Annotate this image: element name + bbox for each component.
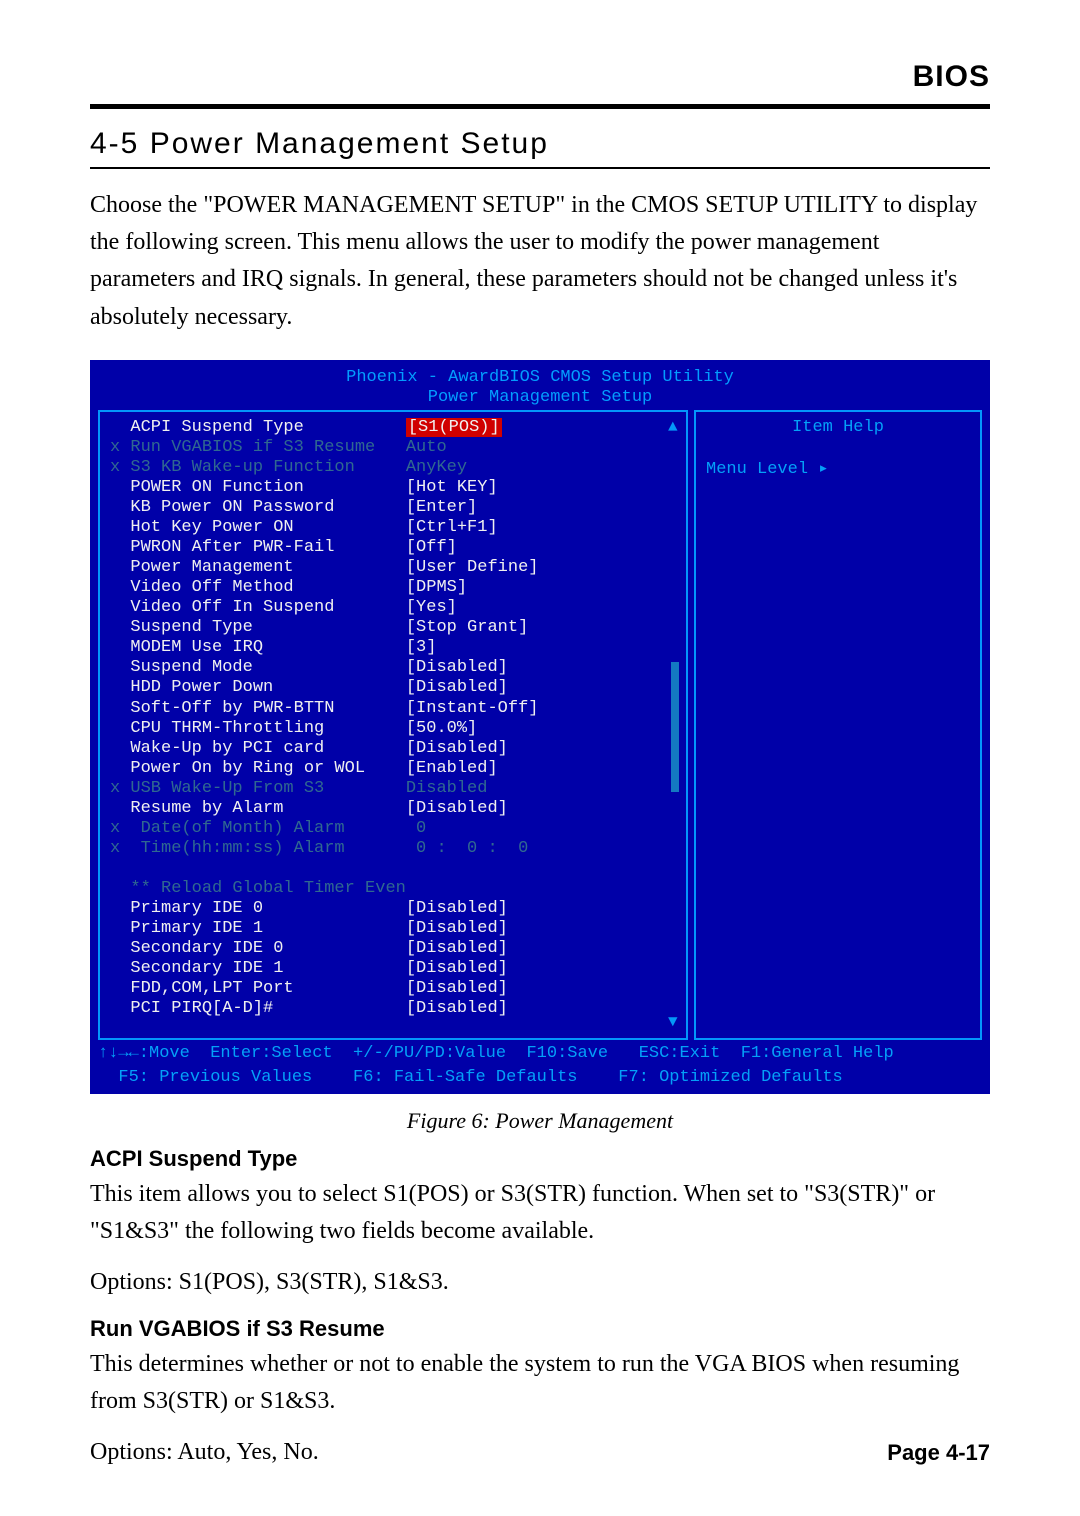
- bios-setting-row[interactable]: FDD,COM,LPT Port [Disabled]: [110, 979, 676, 999]
- bios-setting-row[interactable]: Suspend Type [Stop Grant]: [110, 618, 676, 638]
- section-title: 4-5 Power Management Setup: [90, 127, 990, 161]
- bios-setting-row[interactable]: ACPI Suspend Type [S1(POS)]: [110, 418, 676, 438]
- bios-setting-row[interactable]: x Run VGABIOS if S3 Resume Auto: [110, 438, 676, 458]
- bios-setting-row[interactable]: Power On by Ring or WOL [Enabled]: [110, 759, 676, 779]
- bios-setting-row[interactable]: MODEM Use IRQ [3]: [110, 638, 676, 658]
- bios-footer-line2: F5: Previous Values F6: Fail-Safe Defaul…: [98, 1068, 982, 1088]
- desc1-heading: ACPI Suspend Type: [90, 1146, 990, 1172]
- bios-setting-row[interactable]: Secondary IDE 0 [Disabled]: [110, 939, 676, 959]
- desc2-heading: Run VGABIOS if S3 Resume: [90, 1316, 990, 1342]
- bios-setting-row[interactable]: Hot Key Power ON [Ctrl+F1]: [110, 518, 676, 538]
- bios-setting-row[interactable]: Soft-Off by PWR-BTTN [Instant-Off]: [110, 699, 676, 719]
- desc1-body2: Options: S1(POS), S3(STR), S1&S3.: [90, 1264, 990, 1301]
- divider: [90, 167, 990, 169]
- chapter-header: BIOS: [90, 60, 990, 94]
- bios-setting-row[interactable]: Primary IDE 1 [Disabled]: [110, 919, 676, 939]
- bios-setting-row[interactable]: PCI PIRQ[A-D]# [Disabled]: [110, 999, 676, 1019]
- help-title: Item Help: [706, 418, 970, 438]
- bios-setting-row[interactable]: Video Off In Suspend [Yes]: [110, 598, 676, 618]
- bios-setting-row[interactable]: PWRON After PWR-Fail [Off]: [110, 538, 676, 558]
- desc1-body1: This item allows you to select S1(POS) o…: [90, 1176, 990, 1250]
- bios-screen: Phoenix - AwardBIOS CMOS Setup Utility P…: [90, 360, 990, 1094]
- figure-caption: Figure 6: Power Management: [90, 1108, 990, 1134]
- bios-setting-row[interactable]: Secondary IDE 1 [Disabled]: [110, 959, 676, 979]
- scroll-down-icon[interactable]: ▼: [668, 1013, 678, 1032]
- bios-setting-row[interactable]: x S3 KB Wake-up Function AnyKey: [110, 458, 676, 478]
- bios-setting-row[interactable]: Power Management [User Define]: [110, 558, 676, 578]
- intro-paragraph: Choose the "POWER MANAGEMENT SETUP" in t…: [90, 187, 990, 336]
- divider: [90, 104, 990, 109]
- bios-setting-row[interactable]: x Time(hh:mm:ss) Alarm 0 : 0 : 0: [110, 839, 676, 859]
- bios-setting-row[interactable]: x USB Wake-Up From S3 Disabled: [110, 779, 676, 799]
- menu-level: Menu Level ▸: [706, 460, 828, 479]
- bios-setting-row[interactable]: x Date(of Month) Alarm 0: [110, 819, 676, 839]
- bios-footer-line1: ↑↓→←:Move Enter:Select +/-/PU/PD:Value F…: [98, 1044, 982, 1064]
- bios-setting-row[interactable]: Wake-Up by PCI card [Disabled]: [110, 739, 676, 759]
- bios-setting-row[interactable]: [110, 859, 676, 879]
- bios-setting-row[interactable]: Video Off Method [DPMS]: [110, 578, 676, 598]
- bios-setting-row[interactable]: KB Power ON Password [Enter]: [110, 498, 676, 518]
- bios-setting-row[interactable]: Primary IDE 0 [Disabled]: [110, 899, 676, 919]
- page-number: Page 4-17: [887, 1440, 990, 1466]
- bios-setting-row[interactable]: Resume by Alarm [Disabled]: [110, 799, 676, 819]
- bios-setting-row[interactable]: Suspend Mode [Disabled]: [110, 658, 676, 678]
- bios-setting-row[interactable]: CPU THRM-Throttling [50.0%]: [110, 719, 676, 739]
- scrollbar[interactable]: ▲ ▼: [668, 412, 686, 1038]
- scroll-up-icon[interactable]: ▲: [668, 418, 678, 437]
- desc2-body1: This determines whether or not to enable…: [90, 1346, 990, 1420]
- scroll-thumb[interactable]: [671, 662, 679, 792]
- desc2-body2: Options: Auto, Yes, No.: [90, 1434, 990, 1471]
- bios-title: Phoenix - AwardBIOS CMOS Setup Utility: [98, 368, 982, 388]
- bios-subtitle: Power Management Setup: [98, 388, 982, 408]
- bios-setting-row[interactable]: HDD Power Down [Disabled]: [110, 678, 676, 698]
- bios-help-panel: Item Help Menu Level ▸: [694, 410, 982, 1040]
- bios-settings-panel[interactable]: ACPI Suspend Type [S1(POS)]x Run VGABIOS…: [98, 410, 688, 1040]
- bios-setting-row[interactable]: POWER ON Function [Hot KEY]: [110, 478, 676, 498]
- bios-setting-row[interactable]: ** Reload Global Timer Even: [110, 879, 676, 899]
